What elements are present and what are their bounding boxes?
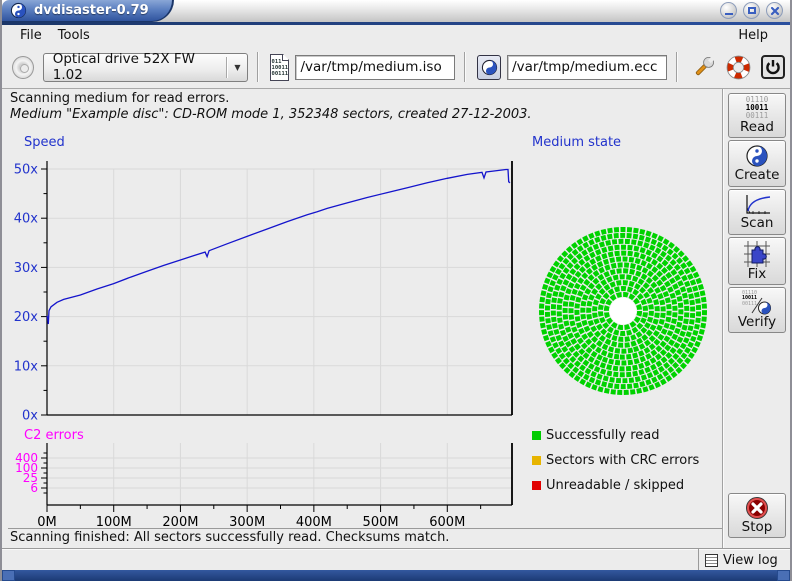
fix-button[interactable]: Fix: [728, 237, 786, 285]
svg-text:30x: 30x: [14, 261, 39, 276]
menubar: File Tools Help: [2, 25, 790, 46]
view-log-button[interactable]: View log: [698, 549, 788, 571]
menu-help[interactable]: Help: [730, 28, 776, 43]
create-yin-yang-icon: [745, 144, 769, 168]
statusbar: View log: [2, 548, 790, 570]
help-button[interactable]: [725, 53, 751, 81]
window-controls: [720, 2, 783, 19]
close-button[interactable]: [766, 2, 783, 19]
chevron-down-icon: ▼: [234, 63, 240, 72]
title-tab: dvdisaster-0.79: [2, 0, 174, 22]
titlebar[interactable]: dvdisaster-0.79: [2, 0, 790, 22]
power-icon: [760, 54, 786, 80]
create-button[interactable]: Create: [728, 140, 786, 187]
svg-text:40x: 40x: [14, 212, 39, 227]
legend-item-crc: Sectors with CRC errors: [532, 448, 699, 473]
app-logo-icon: [10, 2, 27, 19]
combo-divider: [226, 57, 228, 78]
verify-icon: 01110 10011 00111: [742, 291, 772, 315]
app-window: dvdisaster-0.79 File Tools Help Optical …: [0, 0, 792, 581]
svg-text:200M: 200M: [162, 515, 198, 530]
svg-text:300M: 300M: [229, 515, 265, 530]
close-icon: [770, 6, 780, 16]
maximize-icon: [748, 7, 756, 14]
legend-item-good: Successfully read: [532, 423, 699, 448]
action-sidebar: 01110 10011 00111 Read Create: [722, 89, 790, 548]
legend-item-unreadable: Unreadable / skipped: [532, 473, 699, 498]
preferences-button[interactable]: [691, 53, 717, 81]
svg-text:10x: 10x: [14, 359, 39, 374]
svg-text:100M: 100M: [96, 515, 132, 530]
wrench-icon: [691, 54, 717, 80]
stop-icon: [745, 496, 769, 520]
svg-text:500M: 500M: [363, 515, 399, 530]
minimize-icon: [725, 13, 733, 15]
svg-text:400M: 400M: [296, 515, 332, 530]
crc-swatch-icon: [532, 456, 541, 465]
toolbar-separator: [676, 52, 678, 82]
menu-file[interactable]: File: [12, 28, 50, 43]
ecc-path-field[interactable]: [507, 55, 667, 80]
drive-selector-value: Optical drive 52X FW 1.02: [53, 51, 218, 83]
scan-result-status: Scanning finished: All sectors successfu…: [10, 530, 449, 545]
good-swatch-icon: [532, 431, 541, 440]
svg-text:400: 400: [15, 451, 38, 465]
ecc-file-icon: [477, 55, 501, 80]
scan-curve-icon: [743, 194, 771, 216]
medium-state-legend: Successfully read Sectors with CRC error…: [532, 423, 699, 498]
toolbar-separator: [464, 52, 466, 82]
resize-corner-left[interactable]: [2, 570, 15, 581]
svg-text:600M: 600M: [429, 515, 465, 530]
drive-icon: [12, 56, 34, 79]
window-bottom-frame[interactable]: [2, 570, 790, 581]
resize-corner-right[interactable]: [777, 570, 790, 581]
log-icon: [705, 554, 718, 567]
read-button[interactable]: 01110 10011 00111 Read: [728, 93, 786, 138]
iso-file-icon: 011 10011 00111: [270, 54, 290, 81]
window-title: dvdisaster-0.79: [34, 3, 149, 18]
svg-text:0x: 0x: [22, 409, 38, 424]
content-pane: Scanning medium for read errors. Medium …: [8, 89, 722, 548]
main-area: Scanning medium for read errors. Medium …: [2, 89, 790, 548]
maximize-button[interactable]: [743, 2, 760, 19]
unreadable-swatch-icon: [532, 481, 541, 490]
read-icon: 01110 10011 00111: [746, 96, 769, 120]
toolbar-separator: [257, 52, 259, 82]
quit-button[interactable]: [760, 53, 786, 81]
svg-text:0M: 0M: [37, 515, 57, 530]
drive-selector[interactable]: Optical drive 52X FW 1.02 ▼: [43, 53, 248, 82]
svg-text:50x: 50x: [14, 163, 39, 178]
minimize-button[interactable]: [720, 2, 737, 19]
iso-path-field[interactable]: [295, 55, 455, 80]
toolbar: Optical drive 52X FW 1.02 ▼ 011 10011 00…: [2, 46, 790, 89]
verify-button[interactable]: 01110 10011 00111 Verify: [728, 287, 786, 333]
fix-puzzle-icon: [744, 241, 770, 267]
menu-tools[interactable]: Tools: [50, 28, 98, 43]
svg-text:20x: 20x: [14, 310, 39, 325]
scan-button[interactable]: Scan: [728, 189, 786, 235]
stop-button[interactable]: Stop: [728, 493, 786, 538]
lifebuoy-icon: [726, 55, 751, 80]
